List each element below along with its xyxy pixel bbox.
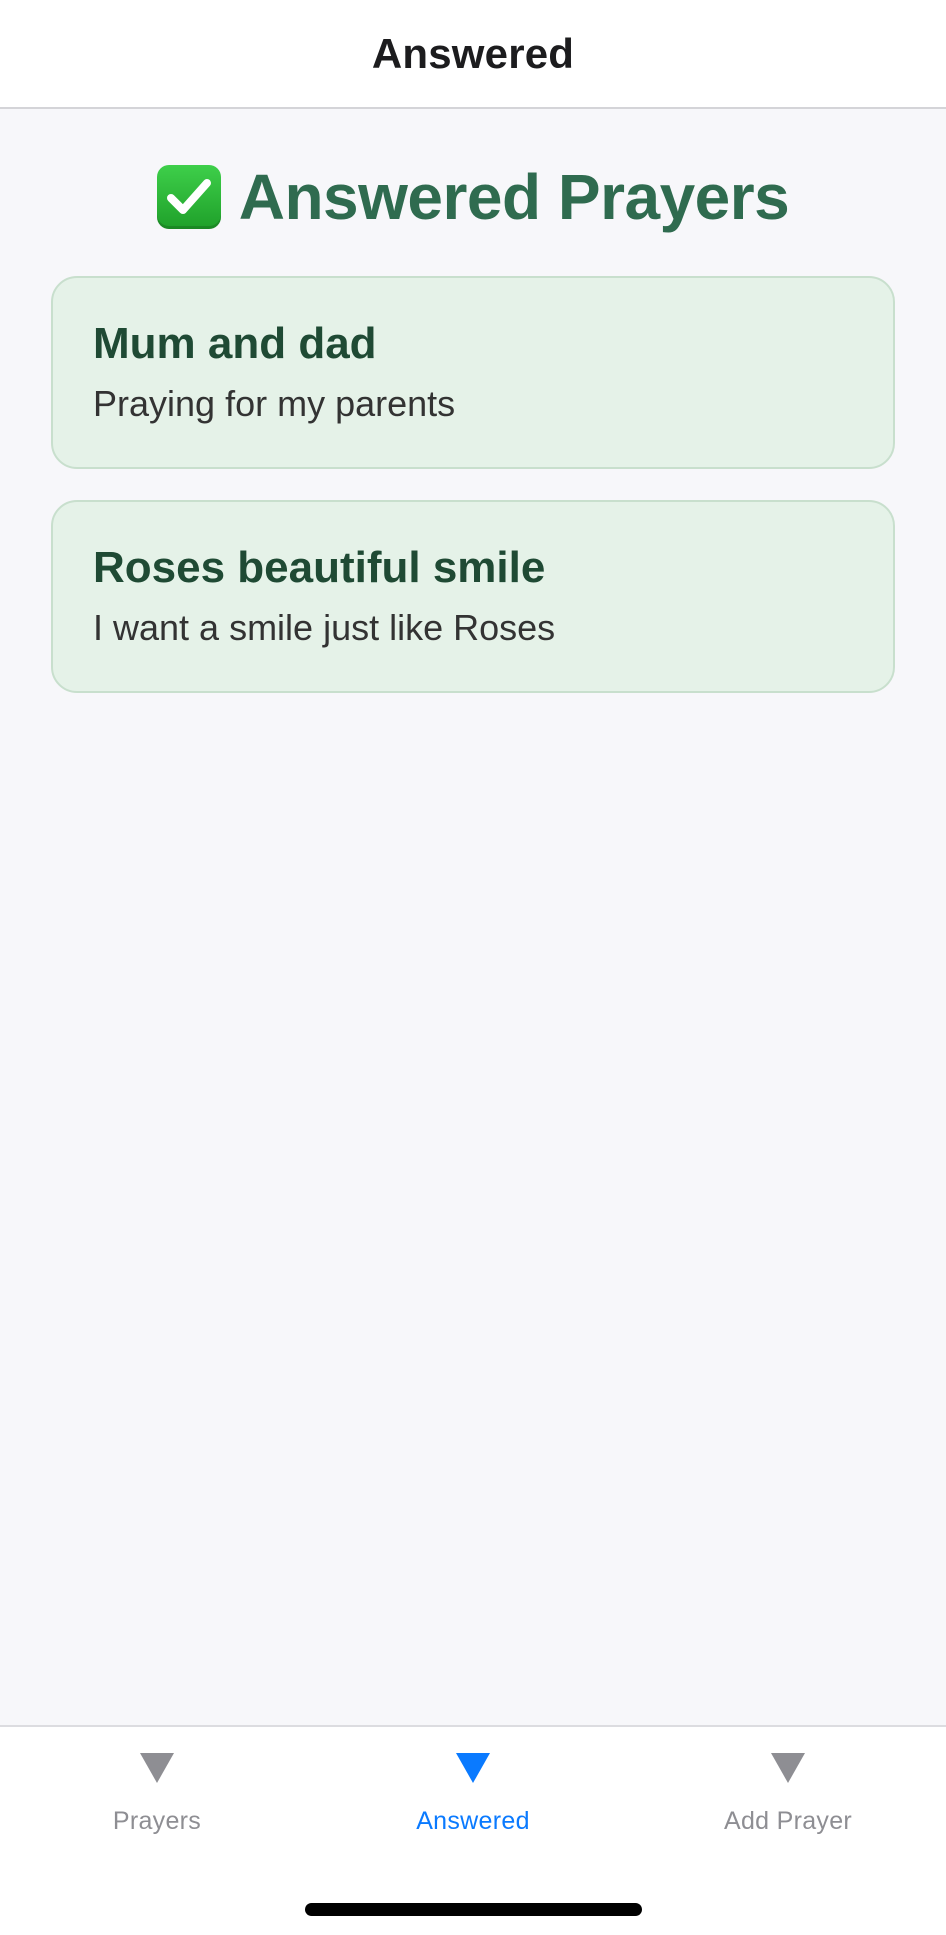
check-mark-icon: [156, 165, 221, 229]
triangle-down-icon: [771, 1753, 805, 1783]
tab-label: Add Prayer: [723, 1807, 853, 1835]
triangle-down-icon: [140, 1753, 174, 1783]
prayer-description: Praying for my parents: [93, 383, 456, 425]
page-title: Answered Prayers: [238, 161, 790, 233]
tab-label: Answered: [416, 1807, 530, 1835]
page-heading: Answered Prayers: [0, 160, 946, 234]
tab-bar: Prayers Answered Add Prayer: [0, 1725, 946, 1935]
home-indicator[interactable]: [305, 1903, 642, 1916]
prayer-description: I want a smile just like Roses: [93, 607, 556, 649]
navigation-bar: Answered: [0, 0, 946, 109]
prayer-card[interactable]: Mum and dad Praying for my parents: [51, 276, 895, 469]
tab-prayers[interactable]: Prayers: [37, 1753, 277, 1836]
check-mark-glyph: [166, 179, 211, 214]
prayer-title: Mum and dad: [93, 319, 377, 368]
prayer-list: Mum and dad Praying for my parents Roses…: [51, 276, 895, 724]
prayer-title: Roses beautiful smile: [93, 543, 546, 592]
tab-answered[interactable]: Answered: [353, 1753, 593, 1836]
prayer-card[interactable]: Roses beautiful smile I want a smile jus…: [51, 500, 895, 693]
triangle-down-icon: [456, 1753, 490, 1783]
nav-title: Answered: [371, 29, 575, 77]
tab-label: Prayers: [112, 1807, 202, 1835]
tab-add-prayer[interactable]: Add Prayer: [668, 1753, 908, 1836]
